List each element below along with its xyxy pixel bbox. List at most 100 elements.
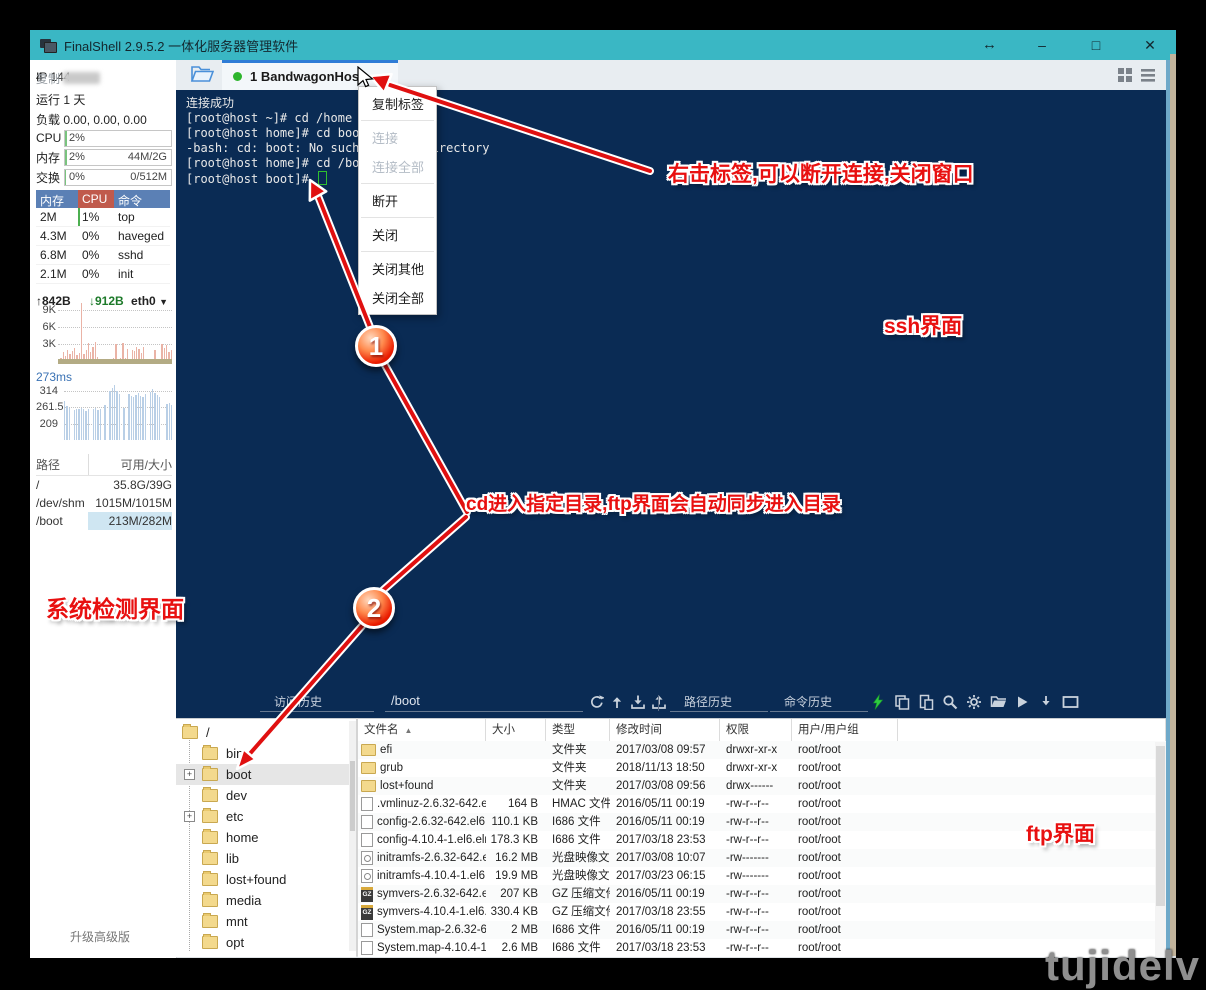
file-icon	[361, 923, 373, 937]
restore-size-icon[interactable]: ↔	[982, 36, 997, 53]
file-row-initramfs-4.10.4-1.el6....[interactable]: initramfs-4.10.4-1.el6....19.9 MB光盘映像文..…	[358, 867, 1166, 885]
folder-icon	[202, 831, 218, 844]
file-row-symvers-4.10.4-1.el6....[interactable]: GZsymvers-4.10.4-1.el6....330.4 KBGZ 压缩文…	[358, 903, 1166, 921]
file-table-header[interactable]: 文件名▲ 大小 类型 修改时间 权限 用户/用户组	[358, 719, 1166, 741]
tab-context-menu: 复制标签连接连接全部断开关闭关闭其他关闭全部	[358, 86, 437, 315]
close-button[interactable]: ✕	[1140, 37, 1160, 54]
tree-item-lib[interactable]: lib	[176, 848, 356, 869]
tab-list-menu-icon[interactable]	[1140, 67, 1156, 87]
system-monitor-panel: IP 144 4 复制 运行 1 天 负载 0.00, 0.00, 0.00 C…	[30, 60, 177, 958]
folder-icon	[202, 873, 218, 886]
watermark: tujidelv	[1045, 942, 1200, 990]
panel-layout-icon[interactable]	[1062, 694, 1079, 711]
file-row-System.map-2.6.32-6...[interactable]: System.map-2.6.32-6...2 MBI686 文件2016/05…	[358, 921, 1166, 939]
upload-icon[interactable]	[651, 694, 668, 711]
file-row-efi[interactable]: efi文件夹2017/03/08 09:57drwxr-xr-xroot/roo…	[358, 741, 1166, 759]
folder-icon	[202, 810, 218, 823]
file-row-grub[interactable]: grub文件夹2018/11/13 18:50drwxr-xr-xroot/ro…	[358, 759, 1166, 777]
sort-asc-icon: ▲	[405, 726, 413, 735]
download-icon[interactable]	[630, 694, 647, 711]
annotation-ftp-area: ftp界面	[1026, 818, 1095, 848]
ping-ytick: 314	[36, 385, 58, 397]
ip-redacted	[63, 72, 100, 84]
path-history-field[interactable]: 路径历史	[670, 693, 768, 712]
tree-scrollbar[interactable]	[349, 721, 356, 951]
folder-icon	[202, 936, 218, 949]
menu-item-关闭[interactable]: 关闭	[359, 220, 436, 249]
tree-item-boot[interactable]: +boot	[176, 764, 356, 785]
command-history-field[interactable]: 命令历史	[770, 693, 868, 712]
connected-dot-icon	[233, 72, 242, 81]
copy-ip-link[interactable]: 复制	[36, 70, 60, 87]
col-perm: 权限	[720, 719, 792, 741]
gauge-CPU: CPU2%	[36, 130, 172, 146]
menu-item-关闭全部[interactable]: 关闭全部	[359, 283, 436, 312]
tab-bar: 1 BandwagonHost	[176, 60, 1166, 90]
tree-item-home[interactable]: home	[176, 827, 356, 848]
title-bar[interactable]: FinalShell 2.9.5.2 一体化服务器管理软件 ↔ – □ ✕	[30, 30, 1176, 60]
copy-icon[interactable]	[894, 694, 911, 711]
process-row[interactable]: 4.3M0%haveged	[36, 227, 170, 246]
expand-icon[interactable]: +	[184, 811, 195, 822]
process-row[interactable]: 2M1%top	[36, 208, 170, 227]
file-row-lost+found[interactable]: lost+found文件夹2017/03/08 09:56drwx------r…	[358, 777, 1166, 795]
file-icon	[361, 941, 373, 955]
paste-icon[interactable]	[918, 694, 935, 711]
folder-icon	[202, 894, 218, 907]
ftp-toolbar: 访问历史 /boot 路径历史 命令历史	[176, 690, 1166, 718]
tree-item-mnt[interactable]: mnt	[176, 911, 356, 932]
menu-item-连接: 连接	[359, 123, 436, 152]
gz-icon: GZ	[361, 887, 373, 902]
settings-gear-icon[interactable]	[966, 694, 983, 711]
annotation-monitor-area: 系统检测界面	[46, 590, 184, 624]
menu-item-关闭其他[interactable]: 关闭其他	[359, 254, 436, 283]
window-title: FinalShell 2.9.5.2 一体化服务器管理软件	[64, 36, 298, 55]
disc-icon	[361, 851, 373, 865]
disk-usage-table: 路径可用/大小/35.8G/39G/dev/shm1015M/1015M/boo…	[36, 454, 172, 530]
process-row[interactable]: 2.1M0%init	[36, 265, 170, 284]
open-connection-folder-icon[interactable]	[190, 64, 214, 89]
file-table-scrollbar[interactable]	[1155, 742, 1166, 957]
tree-item-/[interactable]: /	[176, 722, 356, 743]
net-ytick: 9K	[34, 304, 56, 316]
speed-boost-icon[interactable]	[870, 694, 887, 711]
menu-item-断开[interactable]: 断开	[359, 186, 436, 215]
search-icon[interactable]	[942, 694, 959, 711]
disk-row[interactable]: /boot213M/282M	[36, 512, 172, 530]
net-ytick: 6K	[34, 321, 56, 333]
folder-icon	[202, 915, 218, 928]
expand-icon[interactable]: +	[184, 769, 195, 780]
collapse-down-icon[interactable]	[1038, 694, 1055, 711]
refresh-icon[interactable]	[588, 694, 605, 711]
tile-view-icon[interactable]	[1117, 67, 1132, 87]
window-right-edge	[1170, 54, 1176, 958]
process-row[interactable]: 6.8M0%sshd	[36, 246, 170, 265]
menu-item-复制标签[interactable]: 复制标签	[359, 89, 436, 118]
maximize-button[interactable]: □	[1086, 37, 1106, 53]
tree-item-lost+found[interactable]: lost+found	[176, 869, 356, 890]
open-folder-icon[interactable]	[990, 694, 1007, 711]
current-path-field[interactable]: /boot	[385, 693, 583, 712]
visit-history-field[interactable]: 访问历史	[260, 693, 374, 712]
file-row-symvers-2.6.32-642.el...[interactable]: GZsymvers-2.6.32-642.el...207 KBGZ 压缩文件2…	[358, 885, 1166, 903]
folder-icon	[202, 789, 218, 802]
file-row-.vmlinuz-2.6.32-642.el...[interactable]: .vmlinuz-2.6.32-642.el...164 BHMAC 文件201…	[358, 795, 1166, 813]
tree-item-dev[interactable]: dev	[176, 785, 356, 806]
tree-item-opt[interactable]: opt	[176, 932, 356, 953]
disk-row[interactable]: /dev/shm1015M/1015M	[36, 494, 172, 512]
folder-icon	[202, 852, 218, 865]
minimize-button[interactable]: –	[1032, 37, 1052, 53]
upgrade-link[interactable]: 升级高级版	[30, 928, 170, 945]
file-row-initramfs-2.6.32-642.e...[interactable]: initramfs-2.6.32-642.e...16.2 MB光盘映像文...…	[358, 849, 1166, 867]
toolbar-separator	[658, 695, 659, 711]
ping-latency-chart	[64, 382, 172, 440]
col-type: 类型	[546, 719, 610, 741]
parent-directory-icon[interactable]	[609, 694, 626, 711]
col-filename: 文件名▲	[358, 719, 486, 741]
run-icon[interactable]	[1014, 694, 1031, 711]
file-icon	[361, 815, 373, 829]
tree-item-etc[interactable]: +etc	[176, 806, 356, 827]
tree-item-media[interactable]: media	[176, 890, 356, 911]
disk-row[interactable]: /35.8G/39G	[36, 476, 172, 494]
tree-item-bin[interactable]: bin	[176, 743, 356, 764]
